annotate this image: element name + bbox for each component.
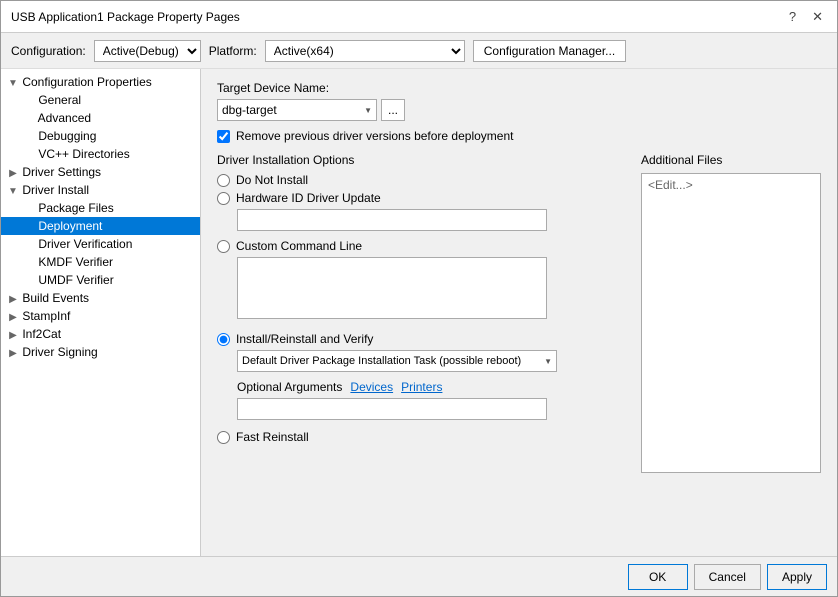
sidebar-item-label: StampInf: [22, 309, 70, 323]
sidebar-item-label: Driver Settings: [22, 165, 101, 179]
additional-files-placeholder: <Edit...>: [648, 178, 693, 192]
sidebar-item-label: KMDF Verifier: [38, 255, 113, 269]
additional-files-box[interactable]: <Edit...>: [641, 173, 821, 473]
radio-install-reinstall-row: Install/Reinstall and Verify: [217, 332, 629, 346]
two-col-layout: Driver Installation Options Do Not Insta…: [217, 153, 821, 473]
radio-install-reinstall-label: Install/Reinstall and Verify: [236, 332, 373, 346]
cancel-button[interactable]: Cancel: [694, 564, 761, 590]
left-column: Driver Installation Options Do Not Insta…: [217, 153, 629, 473]
bottom-bar: OK Cancel Apply: [1, 556, 837, 596]
sidebar-item-config-properties[interactable]: ▼ Configuration Properties: [1, 73, 200, 91]
radio-fast-reinstall[interactable]: [217, 431, 230, 444]
radio-do-not-install[interactable]: [217, 174, 230, 187]
remove-previous-row: Remove previous driver versions before d…: [217, 129, 821, 143]
additional-files-label: Additional Files: [641, 153, 821, 167]
target-device-combobox[interactable]: dbg-target ▼: [217, 99, 377, 121]
radio-custom-label: Custom Command Line: [236, 239, 362, 253]
sidebar-item-package-files[interactable]: Package Files: [1, 199, 200, 217]
sidebar-item-label: Deployment: [38, 219, 102, 233]
sidebar-item-label: VC++ Directories: [38, 147, 129, 161]
ellipsis-button[interactable]: ...: [381, 99, 405, 121]
sidebar-item-label: Debugging: [38, 129, 96, 143]
sidebar-item-vc-directories[interactable]: VC++ Directories: [1, 145, 200, 163]
remove-previous-checkbox[interactable]: [217, 130, 230, 143]
sidebar-item-debugging[interactable]: Debugging: [1, 127, 200, 145]
radio-custom-row: Custom Command Line: [217, 239, 629, 253]
custom-command-textarea[interactable]: [237, 257, 547, 319]
config-select[interactable]: Active(Debug): [94, 40, 201, 62]
radio-hw-id-label: Hardware ID Driver Update: [236, 191, 381, 205]
config-manager-button[interactable]: Configuration Manager...: [473, 40, 626, 62]
toggle-icon: ▼: [7, 78, 19, 89]
remove-previous-label: Remove previous driver versions before d…: [236, 129, 513, 143]
radio-fast-reinstall-label: Fast Reinstall: [236, 430, 309, 444]
radio-fast-reinstall-row: Fast Reinstall: [217, 430, 629, 444]
optional-args-row: Optional Arguments Devices Printers: [237, 380, 629, 394]
devices-link[interactable]: Devices: [350, 380, 393, 394]
target-row: dbg-target ▼ ...: [217, 99, 821, 121]
sidebar-item-kmdf-verifier[interactable]: KMDF Verifier: [1, 253, 200, 271]
target-device-value: dbg-target: [222, 103, 277, 117]
dialog: USB Application1 Package Property Pages …: [0, 0, 838, 597]
sidebar-item-driver-settings[interactable]: ▶ Driver Settings: [1, 163, 200, 181]
combo-arrow-icon: ▼: [364, 106, 372, 115]
sidebar-item-label: Inf2Cat: [22, 327, 61, 341]
radio-custom[interactable]: [217, 240, 230, 253]
main-content: ▼ Configuration Properties General Advan…: [1, 69, 837, 556]
title-controls: ? ✕: [785, 9, 827, 25]
platform-label: Platform:: [209, 44, 257, 58]
sidebar-item-general[interactable]: General: [1, 91, 200, 109]
toggle-icon: ▼: [7, 186, 19, 197]
hw-id-input[interactable]: [237, 209, 547, 231]
right-column: Additional Files <Edit...>: [641, 153, 821, 473]
radio-hw-id[interactable]: [217, 192, 230, 205]
platform-select[interactable]: Active(x64): [265, 40, 465, 62]
sidebar-item-advanced[interactable]: Advanced: [1, 109, 200, 127]
sidebar-item-driver-signing[interactable]: ▶ Driver Signing: [1, 343, 200, 361]
sidebar-item-label: Driver Verification: [38, 237, 132, 251]
toolbar: Configuration: Active(Debug) Platform: A…: [1, 33, 837, 69]
target-device-label: Target Device Name:: [217, 81, 821, 95]
toggle-icon: ▶: [7, 348, 19, 359]
sidebar-item-driver-verification[interactable]: Driver Verification: [1, 235, 200, 253]
sidebar-item-umdf-verifier[interactable]: UMDF Verifier: [1, 271, 200, 289]
radio-do-not-install-label: Do Not Install: [236, 173, 308, 187]
sidebar-item-stampinf[interactable]: ▶ StampInf: [1, 307, 200, 325]
toggle-icon: ▶: [7, 312, 19, 323]
install-task-dropdown[interactable]: Default Driver Package Installation Task…: [237, 350, 557, 372]
toggle-icon: ▶: [7, 168, 19, 179]
sidebar-item-driver-install[interactable]: ▼ Driver Install: [1, 181, 200, 199]
toggle-icon: ▶: [7, 294, 19, 305]
sidebar-item-build-events[interactable]: ▶ Build Events: [1, 289, 200, 307]
radio-install-reinstall[interactable]: [217, 333, 230, 346]
toggle-icon: ▶: [7, 330, 19, 341]
sidebar-item-label: Package Files: [38, 201, 113, 215]
sidebar-item-label: Advanced: [38, 111, 91, 125]
optional-args-label: Optional Arguments: [237, 380, 342, 394]
right-panel: Target Device Name: dbg-target ▼ ... Rem…: [201, 69, 837, 556]
printers-link[interactable]: Printers: [401, 380, 442, 394]
sidebar-item-inf2cat[interactable]: ▶ Inf2Cat: [1, 325, 200, 343]
optional-args-input[interactable]: [237, 398, 547, 420]
dropdown-arrow-icon: ▼: [544, 357, 552, 366]
install-task-value: Default Driver Package Installation Task…: [242, 355, 521, 367]
close-button[interactable]: ✕: [808, 9, 827, 25]
sidebar-item-label: Configuration Properties: [22, 75, 151, 89]
sidebar: ▼ Configuration Properties General Advan…: [1, 69, 201, 556]
ok-button[interactable]: OK: [628, 564, 688, 590]
sidebar-item-label: General: [38, 93, 81, 107]
sidebar-item-label: Driver Signing: [22, 345, 97, 359]
sidebar-item-label: Build Events: [22, 291, 89, 305]
driver-install-section-label: Driver Installation Options: [217, 153, 629, 167]
sidebar-item-deployment[interactable]: Deployment: [1, 217, 200, 235]
title-bar: USB Application1 Package Property Pages …: [1, 1, 837, 33]
radio-do-not-install-row: Do Not Install: [217, 173, 629, 187]
sidebar-item-label: UMDF Verifier: [38, 273, 113, 287]
help-button[interactable]: ?: [785, 9, 800, 24]
config-label: Configuration:: [11, 44, 86, 58]
dialog-title: USB Application1 Package Property Pages: [11, 10, 240, 24]
apply-button[interactable]: Apply: [767, 564, 827, 590]
radio-hw-id-row: Hardware ID Driver Update: [217, 191, 629, 205]
sidebar-item-label: Driver Install: [22, 183, 89, 197]
